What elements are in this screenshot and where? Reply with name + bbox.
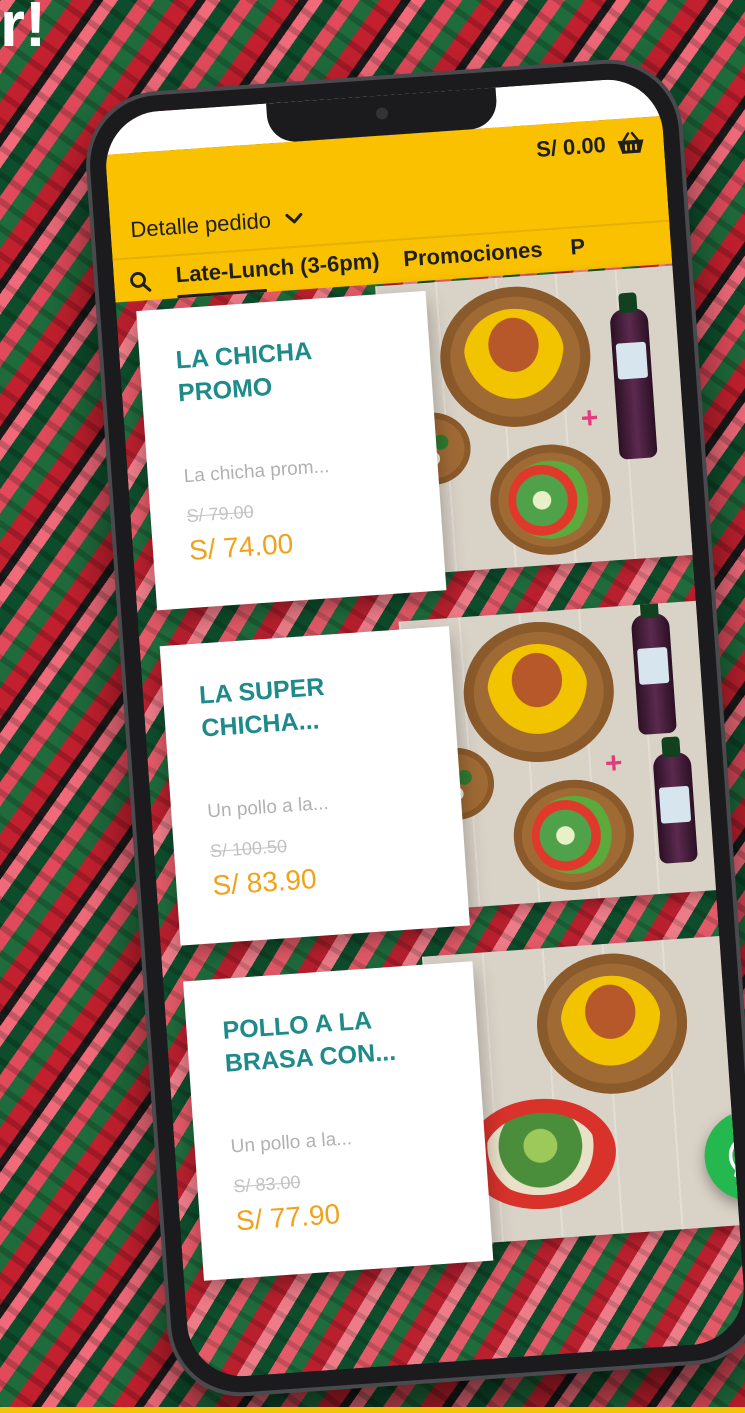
plus-icon: + <box>603 746 624 781</box>
product-name: LA SUPER CHICHA... <box>198 672 326 743</box>
plus-icon: + <box>579 401 600 436</box>
product-description: La chicha prom... <box>183 456 331 488</box>
chevron-down-icon <box>285 212 303 224</box>
order-detail-label: Detalle pedido <box>129 207 272 243</box>
product-price: S/ 83.90 <box>211 862 318 902</box>
basket-icon <box>617 131 644 154</box>
product-info: POLLO A LA BRASA CON... Un pollo a la...… <box>183 961 494 1281</box>
tab-late-lunch[interactable]: Late-Lunch (3-6pm) <box>175 248 381 296</box>
search-icon[interactable] <box>127 269 153 295</box>
cart-total: S/ 0.00 <box>535 132 607 162</box>
cart-button[interactable]: S/ 0.00 <box>535 129 646 163</box>
tab-partial[interactable]: P <box>569 234 586 269</box>
whatsapp-icon <box>728 1134 745 1178</box>
chicken-plate-image <box>435 281 596 432</box>
chicken-plate-image <box>459 616 619 768</box>
salad-image <box>510 775 638 894</box>
product-card[interactable]: POLLO A LA BRASA CON... Un pollo a la...… <box>183 934 745 1281</box>
phone-screen: S/ 0.00 Detalle pedido Late-Lunch (3-6pm… <box>102 76 745 1380</box>
product-card[interactable]: + LA SUPER CHICHA... Un pollo a la... S/… <box>159 599 736 946</box>
bottom-accent-stripe <box>0 1407 745 1413</box>
phone-frame: S/ 0.00 Detalle pedido Late-Lunch (3-6pm… <box>85 59 745 1397</box>
chicken-plate-image <box>532 948 692 1099</box>
product-name: POLLO A LA BRASA CON... <box>221 1006 397 1078</box>
product-price: S/ 74.00 <box>187 527 295 566</box>
chicha-bottle-image <box>630 612 677 736</box>
salad-image <box>486 440 615 559</box>
product-card[interactable]: + LA CHICHA PROMO La chicha prom... S/ 7… <box>136 264 713 611</box>
product-list: + LA CHICHA PROMO La chicha prom... S/ 7… <box>136 264 745 1317</box>
chicha-bottle-image <box>609 307 658 460</box>
promo-corner-text: r! <box>0 0 47 60</box>
tab-promociones[interactable]: Promociones <box>402 237 543 281</box>
product-name: LA CHICHA PROMO <box>174 337 313 407</box>
product-description: Un pollo a la... <box>230 1128 353 1158</box>
order-detail-dropdown[interactable]: Detalle pedido <box>130 205 304 243</box>
camera-icon <box>375 107 389 120</box>
product-price: S/ 77.90 <box>234 1198 342 1237</box>
product-info: LA CHICHA PROMO La chicha prom... S/ 79.… <box>136 290 447 611</box>
product-description: Un pollo a la... <box>206 792 330 823</box>
product-info: LA SUPER CHICHA... Un pollo a la... S/ 1… <box>159 626 470 946</box>
chicha-bottle-image <box>652 751 698 864</box>
